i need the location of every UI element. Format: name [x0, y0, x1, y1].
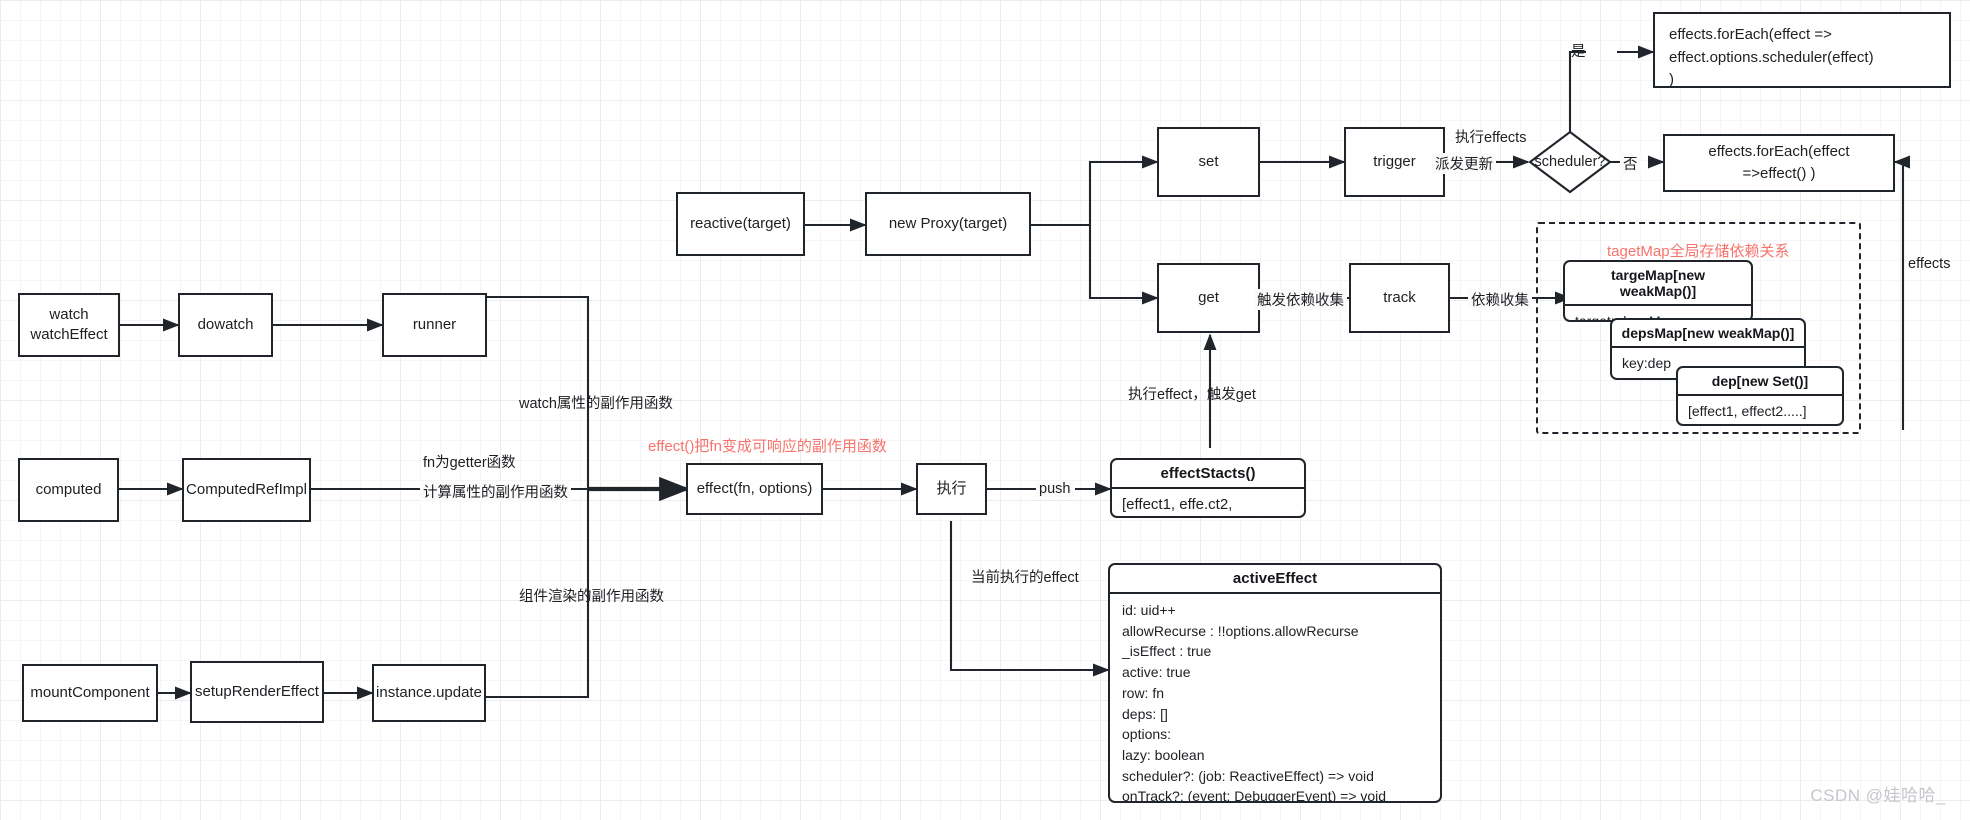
- node-scheduler-decision[interactable]: scheduler?: [1530, 132, 1610, 192]
- effects-foreach-effect-label: effects.forEach(effect =>effect() ): [1708, 142, 1850, 183]
- effectstacts-body: [effect1, effe.ct2, effect3.....]: [1122, 496, 1233, 513]
- activeeffect-body: id: uid++ allowRecurse : !!options.allow…: [1122, 602, 1387, 803]
- node-track[interactable]: track: [1349, 263, 1450, 333]
- targetmap-header: targeMap[new weakMap()]: [1565, 262, 1751, 306]
- watermark: CSDN @娃哈哈_: [1810, 786, 1946, 805]
- node-effects-foreach-scheduler[interactable]: effects.forEach(effect => effect.options…: [1653, 12, 1951, 88]
- label-dispatch-update: 派发更新: [1432, 153, 1496, 174]
- node-dowatch[interactable]: dowatch: [178, 293, 273, 357]
- label-fn-is-getter: fn为getter函数: [423, 455, 516, 471]
- node-execute[interactable]: 执行: [916, 463, 987, 515]
- depsmap-header: depsMap[new weakMap()]: [1612, 320, 1804, 348]
- label-run-effects: 执行effects: [1455, 130, 1527, 146]
- node-instance-update[interactable]: instance.update: [372, 664, 486, 722]
- card-activeeffect[interactable]: activeEffect id: uid++ allowRecurse : !!…: [1108, 563, 1442, 803]
- label-computed-side-effect: 计算属性的副作用函数: [420, 481, 571, 502]
- label-watch-side-effect: watch属性的副作用函数: [519, 396, 673, 412]
- node-runner[interactable]: runner: [382, 293, 487, 357]
- node-effects-foreach-effect[interactable]: effects.forEach(effect =>effect() ): [1663, 134, 1895, 192]
- node-set[interactable]: set: [1157, 127, 1260, 197]
- node-computedrefimpl[interactable]: ComputedRefImpl: [182, 458, 311, 522]
- label-effects: effects: [1908, 256, 1951, 272]
- card-targetmap[interactable]: targeMap[new weakMap()] target: depsMap: [1563, 260, 1753, 322]
- label-current-running-effect: 当前执行的effect: [971, 570, 1079, 586]
- node-get[interactable]: get: [1157, 263, 1260, 333]
- label-push: push: [1036, 481, 1074, 497]
- node-computed[interactable]: computed: [18, 458, 119, 522]
- dep-header: dep[new Set()]: [1678, 368, 1842, 396]
- node-setuprendereffect[interactable]: setupRenderEffect: [190, 661, 324, 723]
- label-yes: 是: [1571, 44, 1586, 60]
- dep-body: [effect1, effect2.....]: [1688, 403, 1807, 419]
- effectstacts-header: effectStacts(): [1112, 460, 1304, 489]
- node-mountcomponent[interactable]: mountComponent: [22, 664, 158, 722]
- label-component-render-side-effect: 组件渲染的副作用函数: [519, 589, 664, 605]
- node-watch-watcheffect[interactable]: watch watchEffect: [18, 293, 120, 357]
- card-dep[interactable]: dep[new Set()] [effect1, effect2.....]: [1676, 366, 1844, 426]
- label-trigger-dep-collection: 触发依赖收集: [1254, 289, 1347, 310]
- node-reactive-target[interactable]: reactive(target): [676, 192, 805, 256]
- node-trigger[interactable]: trigger: [1344, 127, 1445, 197]
- label-dep-collection: 依赖收集: [1468, 289, 1532, 310]
- label-effect-makes-reactive: effect()把fn变成可响应的副作用函数: [648, 438, 887, 455]
- activeeffect-header: activeEffect: [1110, 565, 1440, 594]
- label-no: 否: [1620, 153, 1641, 174]
- node-effect-fn-options[interactable]: effect(fn, options): [686, 463, 823, 515]
- scheduler-decision-label: scheduler?: [1534, 154, 1606, 170]
- card-effectstacts[interactable]: effectStacts() [effect1, effe.ct2, effec…: [1110, 458, 1306, 518]
- targetmap-group-title: tagetMap全局存储依赖关系: [1607, 243, 1790, 260]
- node-new-proxy-target[interactable]: new Proxy(target): [865, 192, 1031, 256]
- label-run-effect-trigger-get: 执行effect，触发get: [1128, 387, 1256, 403]
